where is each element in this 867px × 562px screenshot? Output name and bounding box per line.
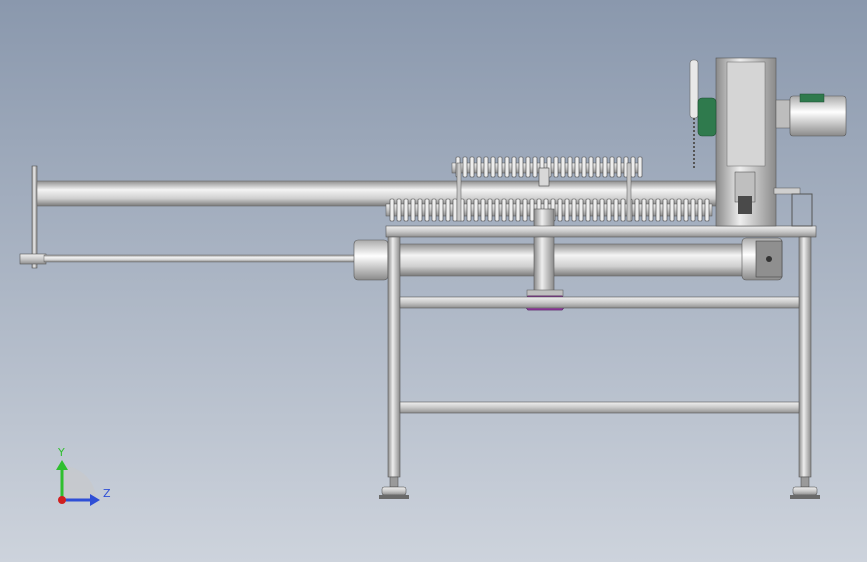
roller-tooth [518,156,524,178]
roller-tooth [588,156,594,178]
roller-tooth [396,198,402,222]
roller-tooth [574,156,580,178]
roller-tooth [637,156,643,178]
roller-tooth [522,198,528,222]
roller-tooth [490,156,496,178]
roller-tooth [466,198,472,222]
roller-tooth [532,156,538,178]
roller-tooth [564,198,570,222]
roller-tooth [620,198,626,222]
roller-tooth [445,198,451,222]
roller-tooth [676,198,682,222]
roller-tooth [494,198,500,222]
roller-tooth [504,156,510,178]
roller-tooth [592,198,598,222]
roller-tooth [483,156,489,178]
roller-tooth [697,198,703,222]
roller-tooth [473,198,479,222]
leveling-feet [379,476,820,499]
roller-tooth [634,198,640,222]
roller-tooth [630,156,636,178]
roller-tooth [602,156,608,178]
roller-tooth [609,156,615,178]
roller-tooth [403,198,409,222]
roller-tooth [578,198,584,222]
roller-tooth [410,198,416,222]
roller-tooth [648,198,654,222]
roller-tooth [690,198,696,222]
roller-tooth [595,156,601,178]
y-axis-label: Y [57,446,65,459]
roller-tooth [606,198,612,222]
roller-tooth [585,198,591,222]
roller-tooth [560,156,566,178]
z-axis-label: Z [103,487,111,500]
roller-tooth [431,198,437,222]
roller-tooth [553,156,559,178]
roller-tooth [497,156,503,178]
roller-tooth [616,156,622,178]
roller-tooth [389,198,395,222]
lower-rod [43,254,359,263]
roller-tooth [567,156,573,178]
servo-motor [775,93,847,137]
cad-viewport[interactable]: Y Z [0,0,867,562]
roller-tooth [476,156,482,178]
pneumatic-cylinder [353,237,783,281]
roller-tooth [581,156,587,178]
roller-tooth [438,198,444,222]
roller-tooth [452,198,458,222]
roller-tooth [462,156,468,178]
roller-tooth [571,198,577,222]
roller-tooth [469,156,475,178]
machine-drawing: Y Z [19,57,847,506]
roller-tooth [511,156,517,178]
roller-tooth [613,198,619,222]
roller-tooth [599,198,605,222]
roller-tooth [515,198,521,222]
roller-tooth [704,198,710,222]
roller-tooth [655,198,661,222]
roller-tooth [417,198,423,222]
roller-tooth [508,198,514,222]
roller-tooth [557,198,563,222]
roller-tooth [424,198,430,222]
roller-tooth [487,198,493,222]
roller-tooth [669,198,675,222]
roller-tooth [501,198,507,222]
roller-tooth [641,198,647,222]
roller-tooth [662,198,668,222]
roller-tooth [525,156,531,178]
coordinate-triad: Y Z [56,446,111,506]
roller-tooth [480,198,486,222]
table-top [385,225,817,238]
roller-tooth [529,198,535,222]
roller-tooth [683,198,689,222]
